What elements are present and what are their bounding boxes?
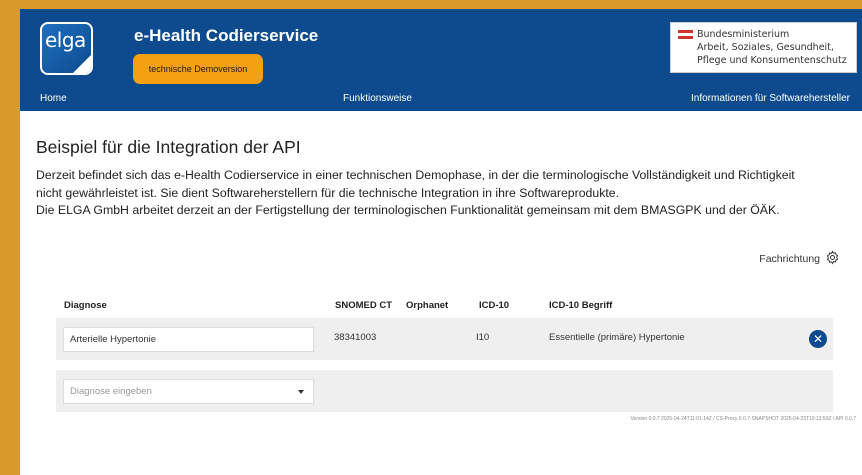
chevron-down-icon (298, 390, 304, 394)
header: elga e-Health Codierservice technische D… (20, 9, 862, 88)
app-frame: elga e-Health Codierservice technische D… (20, 9, 862, 475)
intro-line-3: Die ELGA GmbH arbeitet derzeit an der Fe… (36, 203, 780, 217)
nav-funktionsweise[interactable]: Funktionsweise (343, 93, 412, 104)
intro-text: Derzeit befindet sich das e-Health Codie… (36, 167, 862, 220)
fachrichtung-button[interactable]: Fachrichtung (759, 250, 840, 268)
close-icon: ✕ (812, 332, 824, 346)
remove-row-button[interactable]: ✕ (809, 330, 827, 348)
col-header-icd10: ICD-10 (479, 300, 510, 311)
ministry-logo[interactable]: Bundesministerium Arbeit, Soziales, Gesu… (670, 22, 857, 73)
fachrichtung-label: Fachrichtung (759, 253, 820, 265)
demo-badge: technische Demoversion (133, 54, 263, 84)
logo-corner-shape (71, 53, 91, 73)
diagnose-select[interactable]: Diagnose eingeben (63, 379, 314, 404)
ministry-text: Bundesministerium Arbeit, Soziales, Gesu… (697, 28, 847, 67)
ministry-line-1: Bundesministerium (697, 29, 790, 40)
col-header-diagnose: Diagnose (64, 300, 107, 311)
snomed-code: 38341003 (334, 332, 377, 343)
icd10-code: I10 (476, 332, 490, 343)
diagnose-placeholder: Diagnose eingeben (70, 386, 152, 397)
table-row: Arterielle Hypertonie 38341003 I10 Essen… (56, 318, 833, 360)
version-info: Version 0.0.7 2025-04-24T11:01:14Z / CS-… (630, 416, 857, 422)
logo-text: elga (45, 28, 86, 52)
gear-icon (825, 250, 840, 268)
intro-line-1: Derzeit befindet sich das e-Health Codie… (36, 168, 795, 182)
col-header-snomed: SNOMED CT (335, 300, 392, 311)
nav-home[interactable]: Home (40, 93, 67, 104)
col-header-orphanet: Orphanet (406, 300, 449, 311)
icd10-begriff: Essentielle (primäre) Hypertonie (549, 332, 685, 343)
elga-logo[interactable]: elga (40, 22, 93, 75)
ministry-line-2: Arbeit, Soziales, Gesundheit, (697, 42, 834, 53)
diagnose-field[interactable]: Arterielle Hypertonie (63, 327, 314, 352)
app-title: e-Health Codierservice (134, 26, 319, 45)
ministry-line-3: Pflege und Konsumentenschutz (697, 55, 847, 66)
page-title: Beispiel für die Integration der API (36, 137, 301, 157)
col-header-icd10-begriff: ICD-10 Begriff (549, 300, 613, 311)
new-diagnose-row: Diagnose eingeben (56, 370, 833, 412)
main-nav: Home Funktionsweise Informationen für So… (20, 88, 862, 111)
austria-flag-icon (678, 30, 693, 39)
nav-informationen[interactable]: Informationen für Softwarehersteller (691, 93, 850, 104)
intro-line-2: nicht gewährleistet ist. Sie dient Softw… (36, 185, 620, 200)
